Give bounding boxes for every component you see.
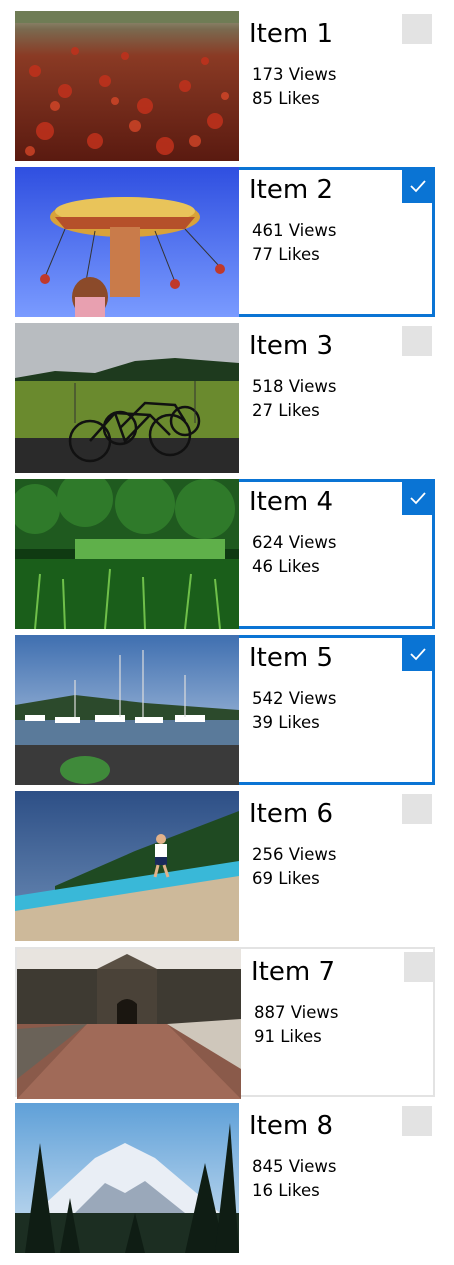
likes-count: 77 Likes <box>252 245 320 264</box>
selection-checkbox[interactable] <box>402 14 432 44</box>
views-count: 518 Views <box>252 377 337 396</box>
item-title: Item 5 <box>249 643 333 673</box>
checkmark-icon <box>410 648 426 661</box>
thumbnail-image <box>17 949 241 1099</box>
thumbnail-image <box>15 791 239 941</box>
likes-count: 27 Likes <box>252 401 320 420</box>
item-title: Item 1 <box>249 19 333 49</box>
likes-count: 46 Likes <box>252 557 320 576</box>
item-title: Item 3 <box>249 331 333 361</box>
selection-checkbox[interactable] <box>404 952 434 982</box>
marina-photo <box>15 635 239 785</box>
likes-count: 16 Likes <box>252 1181 320 1200</box>
views-count: 542 Views <box>252 689 337 708</box>
selection-checkbox[interactable] <box>402 638 435 671</box>
views-count: 256 Views <box>252 845 337 864</box>
thumbnail-image <box>15 479 239 629</box>
carousel-photo <box>15 167 239 317</box>
likes-count: 69 Likes <box>252 869 320 888</box>
list-item[interactable]: Item 7 887 Views 91 Likes <box>15 947 435 1099</box>
views-count: 887 Views <box>254 1003 339 1022</box>
list-item[interactable]: Item 2 461 Views 77 Likes <box>15 167 435 317</box>
list-item[interactable]: Item 5 542 Views 39 Likes <box>15 635 435 785</box>
item-title: Item 8 <box>249 1111 333 1141</box>
item-title: Item 4 <box>249 487 333 517</box>
selection-checkbox[interactable] <box>402 170 435 203</box>
list-item[interactable]: Item 6 256 Views 69 Likes <box>15 791 435 941</box>
checkmark-icon <box>410 492 426 505</box>
views-count: 461 Views <box>252 221 337 240</box>
beach-photo <box>15 791 239 941</box>
views-count: 845 Views <box>252 1157 337 1176</box>
likes-count: 91 Likes <box>254 1027 322 1046</box>
list-item[interactable]: Item 8 845 Views 16 Likes <box>15 1103 435 1253</box>
thumbnail-image <box>15 1103 239 1253</box>
item-title: Item 7 <box>251 957 335 987</box>
thumbnail-image <box>15 323 239 473</box>
selection-checkbox[interactable] <box>402 482 435 515</box>
mountain-photo <box>15 1103 239 1253</box>
forest-pond-photo <box>15 479 239 629</box>
likes-count: 39 Likes <box>252 713 320 732</box>
selection-checkbox[interactable] <box>402 326 432 356</box>
fort-photo <box>17 949 241 1099</box>
thumbnail-image <box>15 167 239 317</box>
views-count: 624 Views <box>252 533 337 552</box>
item-title: Item 6 <box>249 799 333 829</box>
item-title: Item 2 <box>249 175 333 205</box>
item-grid: Item 1 173 Views 85 Likes Item 2 461 Vie… <box>0 0 454 1265</box>
bicycle-photo <box>15 323 239 473</box>
views-count: 173 Views <box>252 65 337 84</box>
list-item[interactable]: Item 1 173 Views 85 Likes <box>15 11 435 161</box>
list-item[interactable]: Item 3 518 Views 27 Likes <box>15 323 435 473</box>
selection-checkbox[interactable] <box>402 794 432 824</box>
thumbnail-image <box>15 11 239 161</box>
list-item[interactable]: Item 4 624 Views 46 Likes <box>15 479 435 629</box>
thumbnail-image <box>15 635 239 785</box>
likes-count: 85 Likes <box>252 89 320 108</box>
leaves-photo <box>15 11 239 161</box>
checkmark-icon <box>410 180 426 193</box>
selection-checkbox[interactable] <box>402 1106 432 1136</box>
